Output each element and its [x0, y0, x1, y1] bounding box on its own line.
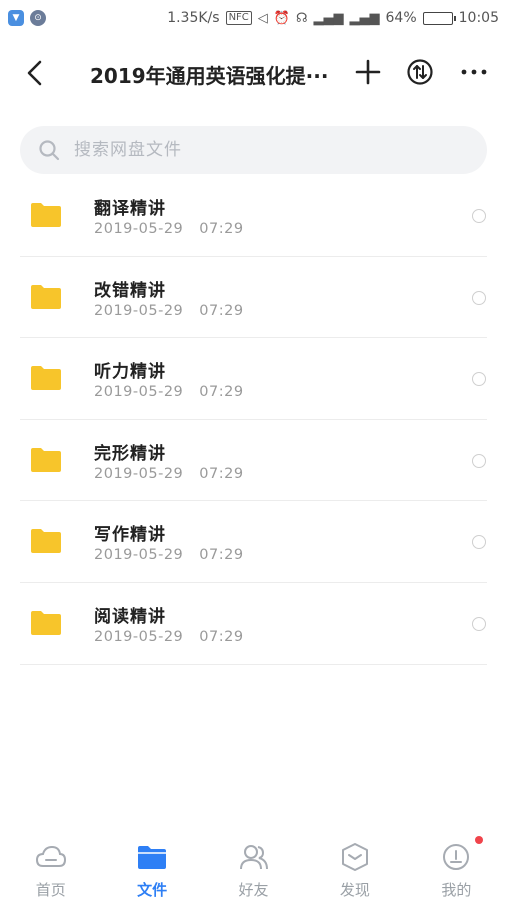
nav-discover[interactable]: 发现 — [304, 828, 405, 900]
clock: 10:05 — [458, 10, 499, 26]
folder-icon — [31, 203, 61, 227]
folder-icon — [31, 529, 61, 554]
search-input[interactable] — [74, 140, 454, 160]
cloud-icon — [35, 845, 66, 867]
signal-4g-icon: ▂▄▆ — [313, 10, 344, 26]
back-arrow-icon[interactable] — [24, 58, 46, 88]
shield-app-icon: ▼ — [8, 10, 24, 26]
page-title: 2019年通用英语强化提··· — [90, 64, 329, 88]
list-item[interactable]: 完形精讲 2019-05-29 07:29 — [0, 420, 507, 502]
file-date: 2019-05-29 — [94, 547, 184, 564]
select-checkbox[interactable] — [472, 616, 486, 631]
nav-label: 好友 — [238, 881, 269, 899]
folder-icon — [138, 846, 167, 869]
friends-icon — [239, 845, 268, 870]
file-time: 07:29 — [199, 547, 244, 564]
file-time: 07:29 — [199, 628, 244, 645]
file-time: 07:29 — [199, 302, 244, 319]
file-time: 07:29 — [199, 465, 244, 482]
file-date: 2019-05-29 — [94, 384, 184, 401]
nav-files[interactable]: 文件 — [101, 828, 202, 900]
select-checkbox[interactable] — [472, 453, 486, 468]
file-name: 阅读精讲 — [94, 606, 166, 627]
file-name: 听力精讲 — [94, 362, 166, 383]
list-item[interactable]: 翻译精讲 2019-05-29 07:29 — [0, 175, 507, 257]
circle-app-icon: ⊙ — [30, 10, 46, 26]
folder-icon — [31, 610, 61, 635]
file-time: 07:29 — [199, 221, 244, 237]
nav-label: 首页 — [35, 881, 66, 899]
nav-label: 我的 — [441, 881, 472, 899]
file-date: 2019-05-29 — [94, 221, 184, 237]
select-checkbox[interactable] — [472, 209, 486, 223]
file-date: 2019-05-29 — [94, 628, 184, 645]
header-bar: 2019年通用英语强化提··· — [0, 36, 507, 110]
select-checkbox[interactable] — [472, 535, 486, 550]
nav-label: 文件 — [137, 881, 168, 899]
nav-home[interactable]: 首页 — [0, 828, 101, 900]
folder-icon — [31, 447, 61, 472]
file-date: 2019-05-29 — [94, 302, 184, 319]
select-checkbox[interactable] — [472, 372, 486, 387]
list-item[interactable]: 听力精讲 2019-05-29 07:29 — [0, 338, 507, 420]
add-icon[interactable] — [354, 58, 382, 86]
headphones-icon: ☊ — [295, 10, 308, 26]
select-checkbox[interactable] — [472, 290, 486, 305]
battery-percent: 64% — [385, 10, 417, 26]
mute-icon: ◁ — [257, 10, 268, 26]
search-bar[interactable] — [20, 126, 487, 174]
signal-icon: ▂▄▆ — [349, 10, 380, 26]
file-name: 写作精讲 — [94, 525, 166, 546]
file-list: 翻译精讲 2019-05-29 07:29 改错精讲 2019-05-29 07:2… — [0, 175, 507, 665]
battery-icon — [422, 11, 456, 25]
nav-label: 发现 — [339, 881, 370, 899]
folder-icon — [31, 366, 61, 391]
bottom-nav: 首页 文件 好友 发现 我的 — [0, 828, 507, 900]
file-date: 2019-05-29 — [94, 465, 184, 482]
notification-badge — [475, 836, 484, 844]
list-item[interactable]: 改错精讲 2019-05-29 07:29 — [0, 257, 507, 339]
nav-friends[interactable]: 好友 — [203, 828, 304, 900]
sort-icon[interactable] — [406, 58, 434, 86]
file-name: 完形精讲 — [94, 443, 166, 464]
discover-icon — [341, 843, 368, 871]
status-bar: ▼ ⊙ 1.35K/s NFC ◁ ⏰ ☊ ▂▄▆ ▂▄▆ 64% 10:05 — [0, 0, 507, 36]
profile-icon — [443, 844, 470, 870]
file-name: 改错精讲 — [94, 280, 166, 301]
folder-icon — [31, 284, 61, 309]
nav-profile[interactable]: 我的 — [406, 828, 507, 900]
file-name: 翻译精讲 — [94, 199, 166, 219]
network-speed: 1.35K/s — [167, 10, 220, 26]
file-time: 07:29 — [199, 384, 244, 401]
list-item[interactable]: 阅读精讲 2019-05-29 07:29 — [0, 583, 507, 665]
alarm-icon: ⏰ — [273, 10, 290, 26]
nfc-icon: NFC — [225, 11, 252, 25]
search-icon — [39, 140, 60, 161]
more-icon[interactable] — [460, 58, 488, 86]
list-item[interactable]: 写作精讲 2019-05-29 07:29 — [0, 501, 507, 583]
